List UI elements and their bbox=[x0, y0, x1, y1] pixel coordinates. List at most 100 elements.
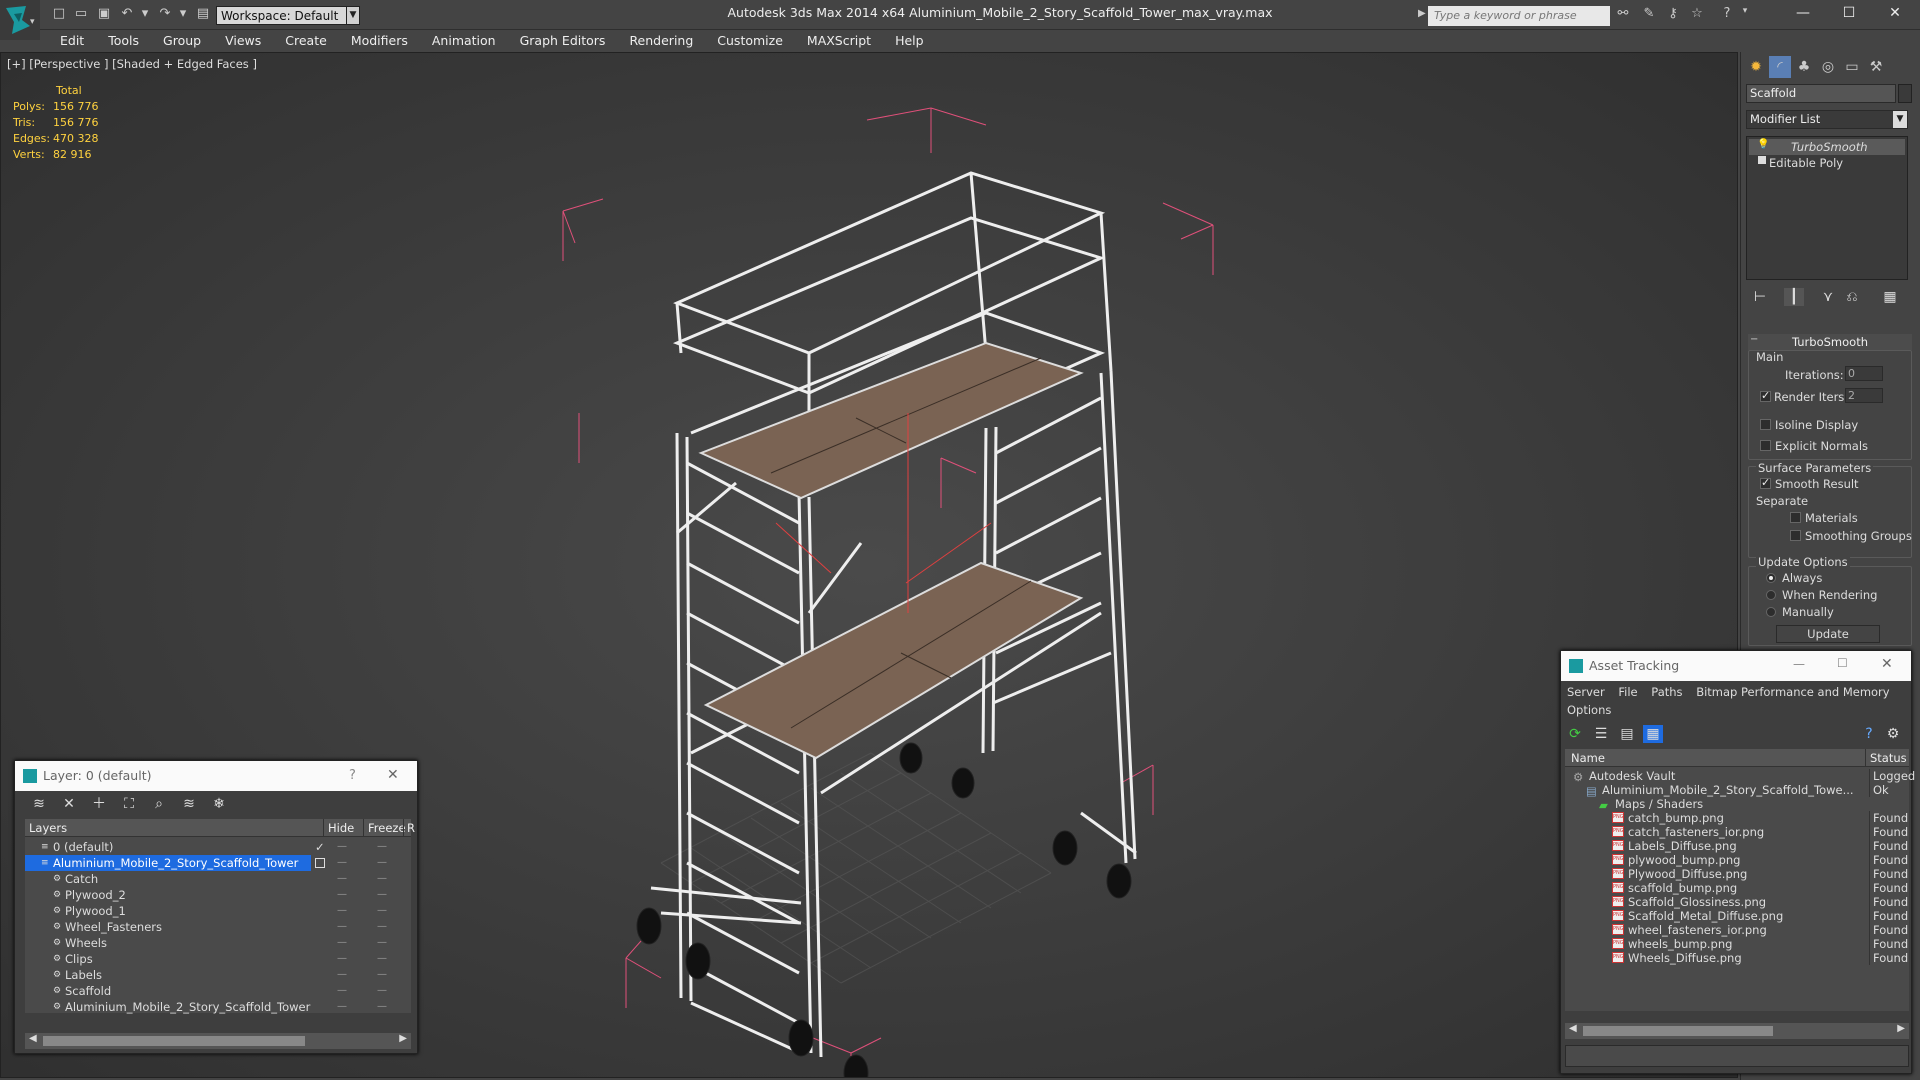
asset-row[interactable]: PNG catch_bump.png Found bbox=[1565, 811, 1909, 825]
render-iters-spinner[interactable]: 2 bbox=[1845, 388, 1883, 403]
hide-toggle[interactable]: — bbox=[337, 887, 347, 903]
hide-toggle[interactable]: — bbox=[337, 935, 347, 951]
hide-all-layers-icon[interactable]: ≋ bbox=[179, 795, 199, 813]
scroll-right-icon[interactable]: ▶ bbox=[1897, 1023, 1905, 1034]
asset-row[interactable]: PNG Plywood_Diffuse.png Found bbox=[1565, 867, 1909, 881]
close-button[interactable]: ✕ bbox=[1872, 0, 1918, 26]
scroll-right-icon[interactable]: ▶ bbox=[399, 1033, 407, 1044]
freeze-all-layers-icon[interactable]: ❄ bbox=[209, 795, 229, 813]
hide-toggle[interactable]: — bbox=[337, 839, 347, 855]
expand-box-icon[interactable] bbox=[1758, 156, 1766, 164]
create-tab-icon[interactable]: ✹ bbox=[1745, 56, 1767, 78]
asset-row[interactable]: PNG Scaffold_Metal_Diffuse.png Found bbox=[1565, 909, 1909, 923]
new-file-icon[interactable]: □ bbox=[50, 6, 68, 22]
remove-modifier-icon[interactable]: ⎌ bbox=[1842, 288, 1862, 306]
search-input[interactable]: Type a keyword or phrase bbox=[1428, 6, 1610, 26]
col-freeze[interactable]: Freeze bbox=[363, 819, 406, 837]
project-folder-icon[interactable]: ▤ bbox=[194, 6, 212, 22]
freeze-toggle[interactable]: — bbox=[377, 919, 387, 935]
redo-icon[interactable]: ↷ bbox=[156, 6, 174, 22]
help-dropdown-icon[interactable]: ▾ bbox=[1736, 6, 1754, 22]
list-view-icon[interactable]: ☰ bbox=[1591, 725, 1611, 743]
binoculars-icon[interactable]: ⚯ bbox=[1614, 6, 1632, 22]
freeze-toggle[interactable]: — bbox=[377, 967, 387, 983]
always-radio[interactable] bbox=[1766, 573, 1776, 583]
asset-row[interactable]: PNG plywood_bump.png Found bbox=[1565, 853, 1909, 867]
layer-hscrollbar[interactable]: ◀ ▶ bbox=[25, 1033, 411, 1049]
minimize-button[interactable]: — bbox=[1793, 657, 1805, 671]
settings-icon[interactable]: ⚙ bbox=[1883, 725, 1903, 743]
create-layer-icon[interactable]: ≋ bbox=[29, 795, 49, 813]
motion-tab-icon[interactable]: ◎ bbox=[1817, 56, 1839, 78]
layer-panel-header[interactable]: Layer: 0 (default) bbox=[15, 761, 417, 791]
object-name-input[interactable]: Scaffold bbox=[1746, 84, 1896, 103]
when-rendering-radio[interactable] bbox=[1766, 590, 1776, 600]
redo-dropdown-icon[interactable]: ▾ bbox=[174, 6, 192, 22]
freeze-toggle[interactable]: — bbox=[377, 951, 387, 967]
asset-row[interactable]: ⚙ Autodesk Vault Logged bbox=[1565, 769, 1915, 784]
modifier-list-dropdown[interactable]: Modifier List ▼ bbox=[1746, 110, 1908, 129]
workspace-arrow-button[interactable]: ▼ bbox=[346, 6, 360, 25]
update-button[interactable]: Update bbox=[1776, 625, 1880, 643]
col-name[interactable]: Name bbox=[1571, 749, 1605, 767]
make-current-checkbox[interactable] bbox=[315, 858, 325, 868]
open-file-icon[interactable]: ▭ bbox=[72, 6, 90, 22]
layer-row[interactable]: ⚙ Catch — — bbox=[25, 871, 411, 887]
menu-options[interactable]: Options bbox=[1567, 701, 1907, 719]
configure-sets-icon[interactable]: ▦ bbox=[1880, 288, 1900, 306]
menu-rendering[interactable]: Rendering bbox=[617, 30, 705, 52]
scroll-thumb[interactable] bbox=[43, 1036, 305, 1046]
iterations-spinner[interactable]: 0 bbox=[1845, 366, 1883, 381]
scroll-left-icon[interactable]: ◀ bbox=[29, 1033, 37, 1044]
layer-row[interactable]: ⚙ Aluminium_Mobile_2_Story_Scaffold_Tower… bbox=[25, 999, 411, 1015]
smoothing-groups-checkbox[interactable] bbox=[1790, 530, 1801, 541]
col-layers[interactable]: Layers bbox=[29, 819, 67, 837]
app-menu-button[interactable]: ▾ bbox=[0, 0, 40, 40]
hide-toggle[interactable]: — bbox=[337, 871, 347, 887]
minimize-button[interactable]: — bbox=[1780, 0, 1826, 26]
make-unique-icon[interactable]: ⋎ bbox=[1818, 288, 1838, 306]
key-icon[interactable]: ⚷ bbox=[1664, 6, 1682, 22]
undo-dropdown-icon[interactable]: ▾ bbox=[136, 6, 154, 22]
turbosmooth-rollout-title[interactable]: TurboSmooth bbox=[1748, 334, 1912, 350]
tree-view-icon[interactable]: ▤ bbox=[1617, 725, 1637, 743]
freeze-toggle[interactable]: — bbox=[377, 935, 387, 951]
collapse-icon[interactable]: − bbox=[1750, 334, 1758, 345]
layer-row[interactable]: ⚙ Plywood_1 — — bbox=[25, 903, 411, 919]
freeze-toggle[interactable]: — bbox=[377, 855, 387, 871]
asset-panel-header[interactable]: Asset Tracking bbox=[1561, 651, 1911, 681]
asset-row[interactable]: PNG wheel_fasteners_ior.png Found bbox=[1565, 923, 1909, 937]
menu-animation[interactable]: Animation bbox=[420, 30, 508, 52]
layer-row[interactable]: ⚙ Wheel_Fasteners — — bbox=[25, 919, 411, 935]
hide-toggle[interactable]: — bbox=[337, 903, 347, 919]
close-icon[interactable]: ✕ bbox=[387, 767, 399, 783]
stack-item-editable-poly[interactable]: Editable Poly bbox=[1749, 155, 1905, 171]
materials-checkbox[interactable] bbox=[1790, 512, 1801, 523]
communication-center-icon[interactable]: ✎ bbox=[1640, 6, 1658, 22]
smooth-result-checkbox[interactable] bbox=[1760, 476, 1771, 489]
layer-row[interactable]: ≡ 0 (default) ✓ — — bbox=[25, 839, 411, 855]
menu-views[interactable]: Views bbox=[213, 30, 273, 52]
asset-row[interactable]: PNG catch_fasteners_ior.png Found bbox=[1565, 825, 1909, 839]
menu-help[interactable]: Help bbox=[883, 30, 936, 52]
menu-file[interactable]: File bbox=[1618, 685, 1637, 699]
menu-edit[interactable]: Edit bbox=[48, 30, 96, 52]
menu-graph-editors[interactable]: Graph Editors bbox=[508, 30, 618, 52]
hide-toggle[interactable]: — bbox=[337, 951, 347, 967]
menu-bitmap-performance[interactable]: Bitmap Performance and Memory bbox=[1696, 685, 1889, 699]
modify-tab-icon[interactable]: ◜ bbox=[1769, 56, 1791, 78]
show-end-result-icon[interactable]: ┃ bbox=[1784, 288, 1804, 306]
hide-toggle[interactable]: — bbox=[337, 855, 347, 871]
asset-row[interactable]: PNG wheels_bump.png Found bbox=[1565, 937, 1909, 951]
col-status[interactable]: Status bbox=[1865, 749, 1909, 767]
freeze-toggle[interactable]: — bbox=[377, 983, 387, 999]
layer-row[interactable]: ≡ Aluminium_Mobile_2_Story_Scaffold_Tower… bbox=[25, 855, 411, 871]
isoline-display-checkbox[interactable] bbox=[1760, 419, 1771, 430]
menu-tools[interactable]: Tools bbox=[96, 30, 151, 52]
render-iters-checkbox[interactable] bbox=[1760, 389, 1771, 402]
layer-row[interactable]: ⚙ Plywood_2 — — bbox=[25, 887, 411, 903]
refresh-icon[interactable]: ⟳ bbox=[1565, 725, 1585, 743]
select-objects-icon[interactable]: ⛶ bbox=[119, 795, 139, 813]
menu-maxscript[interactable]: MAXScript bbox=[795, 30, 883, 52]
scroll-thumb[interactable] bbox=[1583, 1026, 1773, 1036]
